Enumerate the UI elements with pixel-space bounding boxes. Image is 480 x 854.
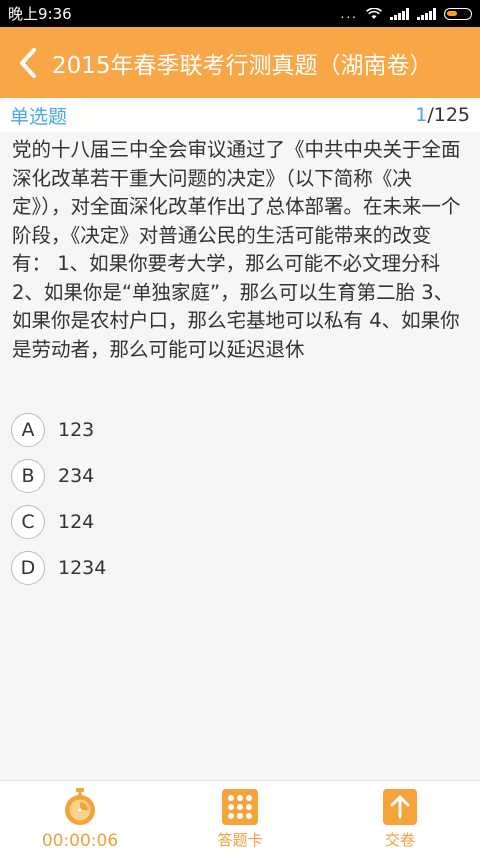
option-c-letter: C — [11, 505, 45, 539]
timer-tab[interactable]: 00:00:06 — [0, 781, 160, 854]
question-type: 单选题 — [10, 105, 68, 128]
current-question-number: 1 — [415, 104, 428, 126]
total-questions: /125 — [427, 104, 470, 126]
option-b-letter: B — [11, 459, 45, 493]
option-b-text: 234 — [58, 465, 95, 487]
signal-icon-2 — [417, 7, 436, 20]
page-title: 2015年春季联考行测真题（湖南卷） — [52, 52, 433, 79]
submit-tab[interactable]: 交卷 — [320, 781, 480, 854]
answer-card-label: 答题卡 — [217, 831, 263, 849]
option-d[interactable]: D 1234 — [11, 545, 471, 591]
signal-icon-1 — [390, 7, 409, 20]
option-c-text: 124 — [58, 511, 95, 533]
answer-card-tab[interactable]: 答题卡 — [160, 781, 320, 854]
elapsed-timer: 00:00:06 — [41, 831, 119, 851]
option-b[interactable]: B 234 — [11, 453, 471, 499]
option-d-text: 1234 — [58, 557, 107, 579]
status-icons: ... — [341, 7, 472, 21]
submit-label: 交卷 — [384, 831, 415, 849]
back-button[interactable] — [6, 27, 50, 98]
question-progress: 1/125 — [415, 104, 470, 126]
wifi-icon — [366, 7, 382, 19]
option-a-text: 123 — [58, 419, 95, 441]
bottom-bar: 00:00:06 答题卡 交卷 — [0, 780, 480, 854]
status-bar: 晚上9:36 ... — [0, 0, 480, 27]
upload-icon — [383, 787, 417, 827]
option-c[interactable]: C 124 — [11, 499, 471, 545]
stopwatch-icon — [63, 787, 97, 827]
question-header: 单选题 1/125 — [0, 98, 480, 132]
question-text: 党的十八届三中全会审议通过了《中共中央关于全面深化改革若干重大问题的决定》（以下… — [12, 138, 461, 361]
status-time: 晚上9:36 — [8, 5, 72, 23]
more-dots-icon: ... — [340, 6, 358, 21]
options-list: A 123 B 234 C 124 D 1234 — [11, 407, 471, 591]
chevron-left-icon — [20, 47, 36, 78]
option-d-letter: D — [11, 551, 45, 585]
title-bar: 2015年春季联考行测真题（湖南卷） — [0, 27, 480, 98]
answer-card-icon — [222, 787, 258, 827]
battery-icon — [444, 7, 472, 20]
option-a[interactable]: A 123 — [11, 407, 471, 453]
option-a-letter: A — [11, 413, 45, 447]
